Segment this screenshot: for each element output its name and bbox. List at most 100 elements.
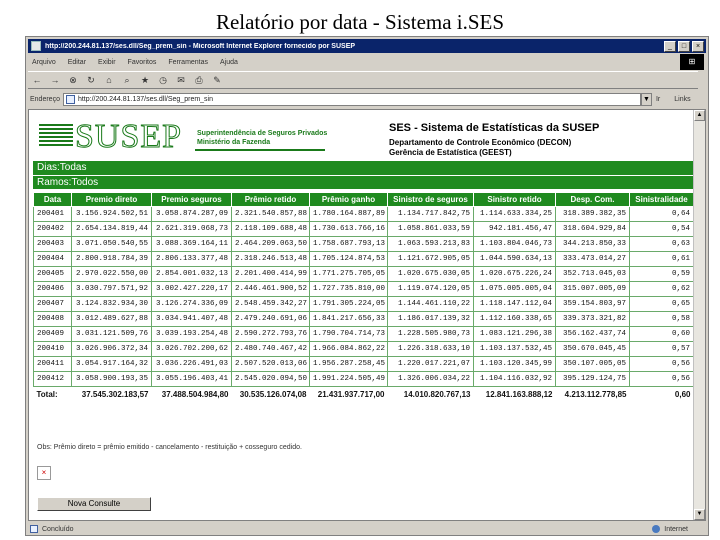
table-cell: 1.121.672.905,05	[387, 251, 474, 267]
menu-favoritos[interactable]: Favoritos	[128, 59, 157, 66]
table-cell: 356.162.437,74	[555, 326, 630, 342]
table-cell: 3.126.274.336,09	[151, 296, 232, 312]
table-row: 200410 3.026.906.372,34 3.026.702.200,62 2.…	[33, 341, 694, 357]
table-cell: 1.758.687.793,13	[309, 236, 388, 252]
table-cell: 0,56	[629, 371, 694, 387]
filter-days-band: Dias:Todas	[33, 161, 693, 175]
address-dropdown-icon[interactable]: ▼	[640, 92, 652, 106]
links-button[interactable]: Links	[674, 96, 690, 103]
search-icon[interactable]: ⌕	[121, 75, 133, 86]
table-cell: 3.124.832.934,30	[71, 296, 152, 312]
table-cell: 1.727.735.810,00	[309, 281, 388, 297]
maximize-button[interactable]: □	[678, 40, 690, 52]
table-row: 200404 2.800.918.784,39 2.806.133.377,48 2.…	[33, 251, 694, 267]
table-cell: 2.654.134.819,44	[71, 221, 152, 237]
logo-word: SUSEP	[74, 118, 183, 156]
address-bar: Endereço http://200.244.81.137/ses.dll/S…	[28, 91, 706, 107]
table-cell: 2.548.459.342,27	[231, 296, 310, 312]
print-icon[interactable]: ⎙	[193, 75, 205, 86]
table-cell: 2.118.109.688,48	[231, 221, 310, 237]
column-header: Desp. Com.	[555, 192, 630, 207]
window-title: http://200.244.81.137/ses.dll/Seg_prem_s…	[45, 42, 356, 50]
history-icon[interactable]: ◷	[157, 75, 169, 86]
table-cell: 3.036.226.491,03	[151, 356, 232, 372]
total-cell: 14.010.820.767,13	[403, 389, 471, 399]
table-cell: 1.228.505.980,73	[387, 326, 474, 342]
table-cell: 1.063.593.213,83	[387, 236, 474, 252]
table-cell: 1.841.217.656,33	[309, 311, 388, 327]
stop-icon[interactable]: ⊗	[67, 75, 79, 86]
minimize-button[interactable]: _	[664, 40, 676, 52]
edit-icon[interactable]: ✎	[211, 75, 223, 86]
menu-exibir[interactable]: Exibir	[98, 59, 116, 66]
table-cell: 2.800.918.784,39	[71, 251, 152, 267]
scroll-down-icon[interactable]: ▼	[694, 509, 705, 520]
table-cell: 200404	[33, 251, 72, 267]
table-cell: 339.373.321,82	[555, 311, 630, 327]
table-cell: 0,57	[629, 341, 694, 357]
column-header: Sinistralidade	[629, 192, 694, 207]
table-row: 200412 3.058.900.193,35 3.055.196.403,41 2.…	[33, 371, 694, 387]
forward-icon[interactable]: →	[49, 75, 61, 85]
table-cell: 0,54	[629, 221, 694, 237]
table-cell: 2.507.520.013,06	[231, 356, 310, 372]
table-row: 200406 3.030.797.571,92 3.002.427.220,17 2.…	[33, 281, 694, 297]
scroll-up-icon[interactable]: ▲	[694, 110, 705, 121]
table-cell: 0,60	[629, 326, 694, 342]
home-icon[interactable]: ⌂	[103, 75, 115, 85]
column-header: Premio seguros	[151, 192, 232, 207]
table-cell: 1.058.861.033,59	[387, 221, 474, 237]
column-header: Data	[33, 192, 72, 207]
table-cell: 2.480.740.467,42	[231, 341, 310, 357]
mail-icon[interactable]: ✉	[175, 75, 187, 86]
logo-subtitle-2: Ministério da Fazenda	[197, 139, 271, 146]
total-cell: 0,60	[674, 389, 691, 399]
table-cell: 0,63	[629, 236, 694, 252]
table-cell: 200403	[33, 236, 72, 252]
total-cell: 30.535.126.074,08	[239, 389, 307, 399]
table-cell: 1.771.275.705,05	[309, 266, 388, 282]
report-table: Data Premio direto Premio seguros Prêmio re…	[33, 192, 694, 402]
table-cell: 1.119.074.120,05	[387, 281, 474, 297]
susep-logo: SUSEP Superintendência de Seguros Privad…	[39, 118, 339, 156]
logo-underline	[195, 149, 325, 151]
column-header: Sinistro de seguros	[387, 192, 474, 207]
table-cell: 3.058.900.193,35	[71, 371, 152, 387]
vertical-scrollbar[interactable]: ▲ ▼	[693, 110, 705, 520]
table-row: 200407 3.124.832.934,30 3.126.274.336,09 2.…	[33, 296, 694, 312]
close-button[interactable]: ×	[692, 40, 704, 52]
ses-title: SES - Sistema de Estatísticas da SUSEP	[389, 122, 600, 134]
status-bar: Concluído Internet	[28, 523, 706, 535]
refresh-icon[interactable]: ↻	[85, 75, 97, 86]
table-cell: 350.670.045,45	[555, 341, 630, 357]
total-cell: Total:	[36, 389, 58, 399]
table-cell: 350.107.005,05	[555, 356, 630, 372]
column-header: Prêmio ganho	[309, 192, 388, 207]
total-cell: 12.841.163.888,12	[485, 389, 553, 399]
windows-logo-icon: ⊞	[680, 54, 704, 70]
table-cell: 315.007.005,09	[555, 281, 630, 297]
go-button[interactable]: Ir	[656, 96, 660, 103]
total-cell: 4.213.112.778,85	[564, 389, 627, 399]
back-icon[interactable]: ←	[31, 75, 43, 85]
table-cell: 2.970.022.550,00	[71, 266, 152, 282]
zone-text: Internet	[664, 525, 688, 533]
favorites-icon[interactable]: ★	[139, 75, 151, 86]
menu-arquivo[interactable]: Arquivo	[32, 59, 56, 66]
total-cell: 37.488.504.984,80	[161, 389, 229, 399]
menu-editar[interactable]: Editar	[68, 59, 86, 66]
table-cell: 0,62	[629, 281, 694, 297]
table-cell: 3.054.917.164,32	[71, 356, 152, 372]
table-cell: 200412	[33, 371, 72, 387]
menu-ajuda[interactable]: Ajuda	[220, 59, 238, 66]
ses-gerencia: Gerência de Estatística (GEEST)	[389, 148, 512, 157]
address-input[interactable]: http://200.244.81.137/ses.dll/Seg_prem_s…	[62, 92, 641, 106]
table-cell: 200409	[33, 326, 72, 342]
nova-consulta-button[interactable]: Nova Consulte	[37, 497, 151, 511]
toolbar: ← → ⊗ ↻ ⌂ ⌕ ★ ◷ ✉ ⎙ ✎	[28, 71, 698, 89]
broken-image-icon: ×	[37, 466, 51, 480]
table-cell: 3.031.121.509,76	[71, 326, 152, 342]
table-cell: 1.114.633.334,25	[473, 206, 556, 222]
table-cell: 942.181.456,47	[473, 221, 556, 237]
menu-ferramentas[interactable]: Ferramentas	[168, 59, 208, 66]
